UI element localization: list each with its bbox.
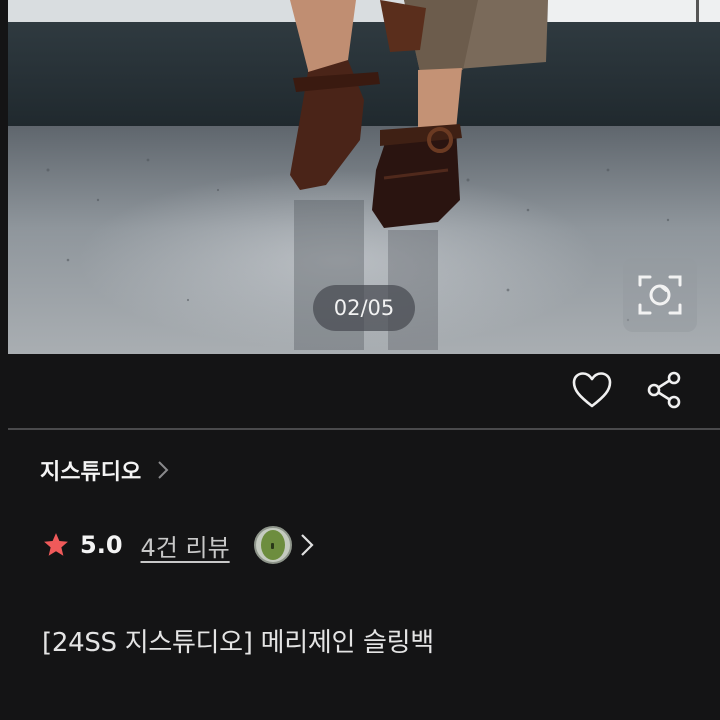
share-button[interactable]	[643, 368, 687, 412]
chevron-right-icon	[157, 460, 169, 480]
like-button[interactable]	[570, 368, 614, 412]
star-icon	[42, 531, 70, 559]
share-icon	[647, 371, 681, 409]
product-title: [24SS 지스튜디오] 메리제인 슬링백	[42, 628, 434, 658]
review-count-link[interactable]: 4건 리뷰	[141, 528, 230, 563]
heart-icon	[572, 372, 612, 408]
image-counter: 02/05	[313, 285, 415, 331]
zoom-button[interactable]	[623, 258, 697, 332]
rating-score: 5.0	[80, 531, 123, 559]
camera-lens-icon	[638, 275, 682, 315]
section-divider	[8, 428, 720, 430]
store-link[interactable]: 지스튜디오	[40, 450, 169, 490]
chevron-right-icon[interactable]	[300, 533, 314, 557]
store-name: 지스튜디오	[40, 460, 142, 485]
rating-row[interactable]: 5.0 4건 리뷰	[42, 522, 314, 568]
reviewer-avatar	[253, 526, 292, 564]
